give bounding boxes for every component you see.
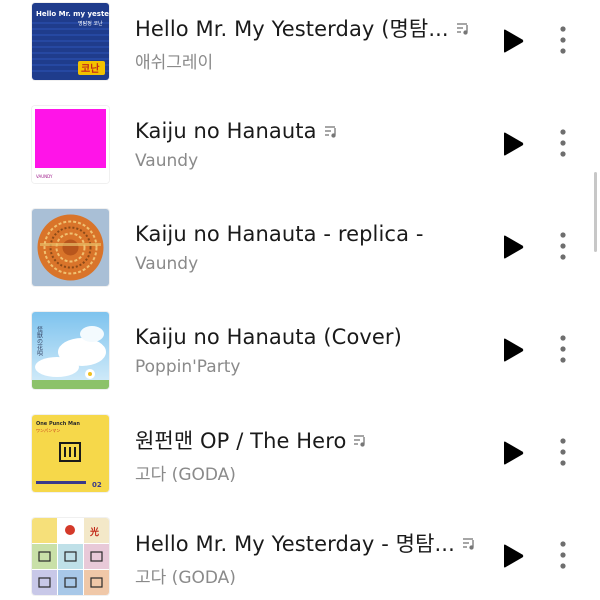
track-title[interactable]: 원펀맨 OP / The Hero — [135, 425, 346, 455]
track-artist[interactable]: 고다 (GODA) — [135, 460, 236, 485]
track-row[interactable]: VAUNDY Kaiju no Hanauta Vaundy — [0, 98, 600, 201]
track-artist[interactable]: 고다 (GODA) — [135, 563, 236, 588]
more-vertical-icon[interactable] — [553, 332, 573, 366]
svg-text:코난: 코난 — [81, 62, 100, 75]
more-vertical-icon[interactable] — [553, 126, 573, 160]
track-title[interactable]: Kaiju no Hanauta — [135, 119, 317, 143]
more-vertical-icon[interactable] — [553, 229, 573, 263]
play-icon[interactable] — [502, 544, 524, 568]
lyrics-icon — [462, 538, 474, 550]
track-artist[interactable]: Vaundy — [135, 254, 198, 274]
track-row[interactable]: One Punch Man ワンパンマン 02 원펀맨 OP / The Her… — [0, 407, 600, 510]
album-art: One Punch Man ワンパンマン 02 — [32, 415, 109, 492]
svg-text:One Punch Man: One Punch Man — [36, 421, 80, 427]
track-artist[interactable]: 애쉬그레이 — [135, 48, 213, 73]
album-art-poppin-party: 怪獣の花唄 — [32, 312, 109, 389]
play-icon[interactable] — [502, 338, 524, 362]
play-icon[interactable] — [502, 441, 524, 465]
album-art: 怪獣の花唄 — [32, 312, 109, 389]
lyrics-icon — [456, 23, 468, 35]
track-row[interactable]: Kaiju no Hanauta - replica - Vaundy — [0, 201, 600, 304]
track-list: Hello Mr. my yesterday 명탐정 코난 코난 Hello M… — [0, 0, 600, 595]
track-title[interactable]: Hello Mr. My Yesterday - 명탐... — [135, 528, 455, 558]
album-art: Hello Mr. my yesterday 명탐정 코난 코난 — [32, 3, 109, 80]
svg-text:02: 02 — [92, 481, 102, 489]
track-artist[interactable]: Poppin'Party — [135, 357, 240, 377]
track-artist[interactable]: Vaundy — [135, 151, 198, 171]
track-title[interactable]: Hello Mr. My Yesterday (명탐... — [135, 13, 449, 43]
lyrics-icon — [354, 435, 366, 447]
track-row[interactable]: 光 Hello Mr. My Yesterday - 명탐... 고다 (GOD… — [0, 510, 600, 600]
more-vertical-icon[interactable] — [553, 538, 573, 572]
svg-text:怪獣の花唄: 怪獣の花唄 — [36, 325, 43, 357]
album-art: 光 — [32, 518, 109, 595]
svg-text:ワンパンマン: ワンパンマン — [36, 428, 60, 433]
play-icon[interactable] — [502, 132, 524, 156]
album-art: VAUNDY — [32, 106, 109, 183]
album-art — [32, 209, 109, 286]
album-art-vaundy: VAUNDY — [32, 106, 109, 183]
track-row[interactable]: Hello Mr. my yesterday 명탐정 코난 코난 Hello M… — [0, 0, 600, 98]
play-icon[interactable] — [502, 29, 524, 53]
album-art-one-punch-man: One Punch Man ワンパンマン 02 — [32, 415, 109, 492]
track-row[interactable]: 怪獣の花唄 Kaiju no Hanauta (Cover) Poppin'Pa… — [0, 304, 600, 407]
track-title[interactable]: Kaiju no Hanauta - replica - — [135, 222, 424, 246]
lyrics-icon — [324, 126, 336, 138]
album-art-replica — [32, 209, 109, 286]
track-title[interactable]: Kaiju no Hanauta (Cover) — [135, 325, 402, 349]
scrollbar[interactable] — [594, 172, 597, 252]
more-vertical-icon[interactable] — [553, 23, 573, 57]
svg-text:Hello Mr. my yesterday: Hello Mr. my yesterday — [36, 10, 109, 18]
play-icon[interactable] — [502, 235, 524, 259]
svg-text:명탐정 코난: 명탐정 코난 — [78, 20, 103, 27]
svg-text:VAUNDY: VAUNDY — [36, 174, 53, 179]
more-vertical-icon[interactable] — [553, 435, 573, 469]
album-art-goda-grid: 光 — [32, 518, 109, 595]
album-art-conan: Hello Mr. my yesterday 명탐정 코난 코난 — [32, 3, 109, 80]
svg-text:光: 光 — [89, 526, 99, 538]
